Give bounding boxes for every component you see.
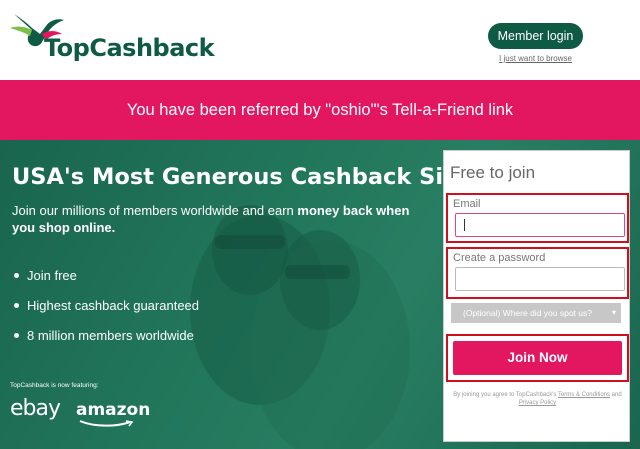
header: TopCashback Member login I just want to … <box>0 0 640 80</box>
hero-subtitle: Join our millions of members worldwide a… <box>12 202 422 236</box>
bullet-icon <box>14 332 19 338</box>
signup-form: Free to join Email Create a password (Op… <box>443 150 630 442</box>
referral-banner: You have been referred by "oshio"'s Tell… <box>0 80 640 140</box>
form-title: Free to join <box>450 163 536 182</box>
email-highlight-box: Email <box>446 193 629 243</box>
text-caret <box>464 219 465 231</box>
benefit-text: Highest cashback guaranteed <box>27 297 200 313</box>
list-item: 8 million members worldwide <box>14 320 199 350</box>
benefits-list: Join free Highest cashback guaranteed 8 … <box>14 260 199 350</box>
amazon-smile-icon <box>79 420 134 427</box>
password-highlight-box: Create a password <box>446 247 629 299</box>
password-field[interactable] <box>455 267 625 291</box>
terms-and: and <box>610 392 622 398</box>
terms-link[interactable]: Terms & Conditions <box>558 392 610 398</box>
browse-link[interactable]: I just want to browse <box>488 54 583 63</box>
member-login-button[interactable]: Member login <box>488 23 583 49</box>
chevron-down-icon: ▾ <box>611 308 616 317</box>
terms-prefix: By joining you agree to TopCashback's <box>453 392 558 398</box>
amazon-logo-text: amazon <box>76 400 151 420</box>
amazon-logo: amazon <box>76 400 151 427</box>
topcashback-logo[interactable]: TopCashback <box>6 8 215 68</box>
referral-source-select[interactable]: (Optional) Where did you spot us? ▾ <box>451 303 621 323</box>
terms-text: By joining you agree to TopCashback's Te… <box>450 391 625 407</box>
hero-title: USA's Most Generous Cashback Site <box>12 164 470 190</box>
benefit-text: Join free <box>27 267 77 283</box>
logo-text: TopCashback <box>44 34 215 62</box>
benefit-text: 8 million members worldwide <box>27 327 194 343</box>
bullet-icon <box>14 302 19 308</box>
hero-subtitle-plain: Join our millions of members worldwide a… <box>12 203 298 218</box>
featuring-label: TopCashback is now featuring: <box>10 382 99 389</box>
list-item: Join free <box>14 260 199 290</box>
list-item: Highest cashback guaranteed <box>14 290 199 320</box>
password-label: Create a password <box>453 252 546 264</box>
join-now-button[interactable]: Join Now <box>453 341 622 375</box>
bullet-icon <box>14 272 19 278</box>
ebay-logo: ebay <box>10 396 61 421</box>
select-value: (Optional) Where did you spot us? <box>463 308 592 318</box>
email-label: Email <box>453 198 481 210</box>
privacy-link[interactable]: Privacy Policy <box>519 400 556 406</box>
join-highlight-box: Join Now <box>446 334 629 382</box>
email-field[interactable] <box>455 213 625 237</box>
